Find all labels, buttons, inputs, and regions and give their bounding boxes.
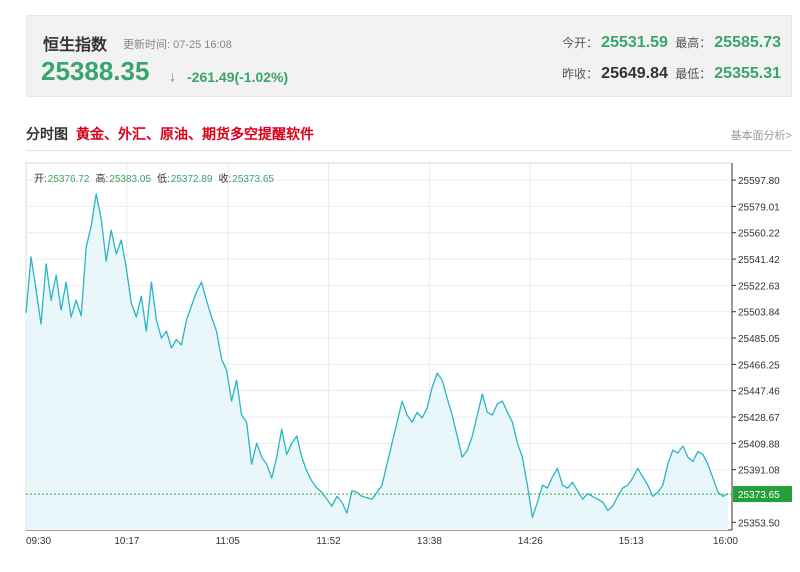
y-tick-label: 25560.22 [738,229,780,240]
x-tick-label: 10:17 [114,536,139,547]
x-tick-label: 14:26 [518,536,543,547]
y-tick-label: 25579.01 [738,202,780,213]
x-tick-label: 11:52 [316,536,341,547]
y-tick-label: 25503.84 [738,308,780,319]
x-tick-label: 13:38 [417,536,442,547]
y-tick-label: 25485.05 [738,334,780,345]
ohlc-low-value: 25372.89 [171,174,213,185]
y-tick-label: 25391.08 [738,466,780,477]
ohlc-open-label: 开: [34,174,47,185]
x-tick-label: 11:05 [216,536,241,547]
x-tick-label: 16:00 [713,536,738,547]
y-tick-label: 25409.88 [738,439,780,450]
y-tick-label: 25522.63 [738,281,780,292]
ohlc-open-value: 25376.72 [48,174,90,185]
y-tick-label: 25447.46 [738,387,780,398]
y-tick-label: 25428.67 [738,413,780,424]
x-tick-label: 09:30 [26,536,51,547]
reference-badge-label: 25373.65 [738,490,780,501]
ohlc-high-label: 高: [96,172,109,185]
ohlc-low-label: 低: [157,172,170,185]
y-tick-label: 25597.80 [738,176,780,187]
ohlc-close-label: 收: [219,172,232,185]
ohlc-close-value: 25373.65 [232,174,274,185]
y-tick-label: 25541.42 [738,255,780,266]
x-tick-label: 15:13 [619,536,644,547]
intraday-chart: 25597.80 25579.01 25560.22 25541.42 25522.63… [25,162,792,547]
y-tick-label: 25353.50 [738,518,780,529]
ohlc-high-value: 25383.05 [109,174,151,185]
y-tick-label: 25466.25 [738,360,780,371]
